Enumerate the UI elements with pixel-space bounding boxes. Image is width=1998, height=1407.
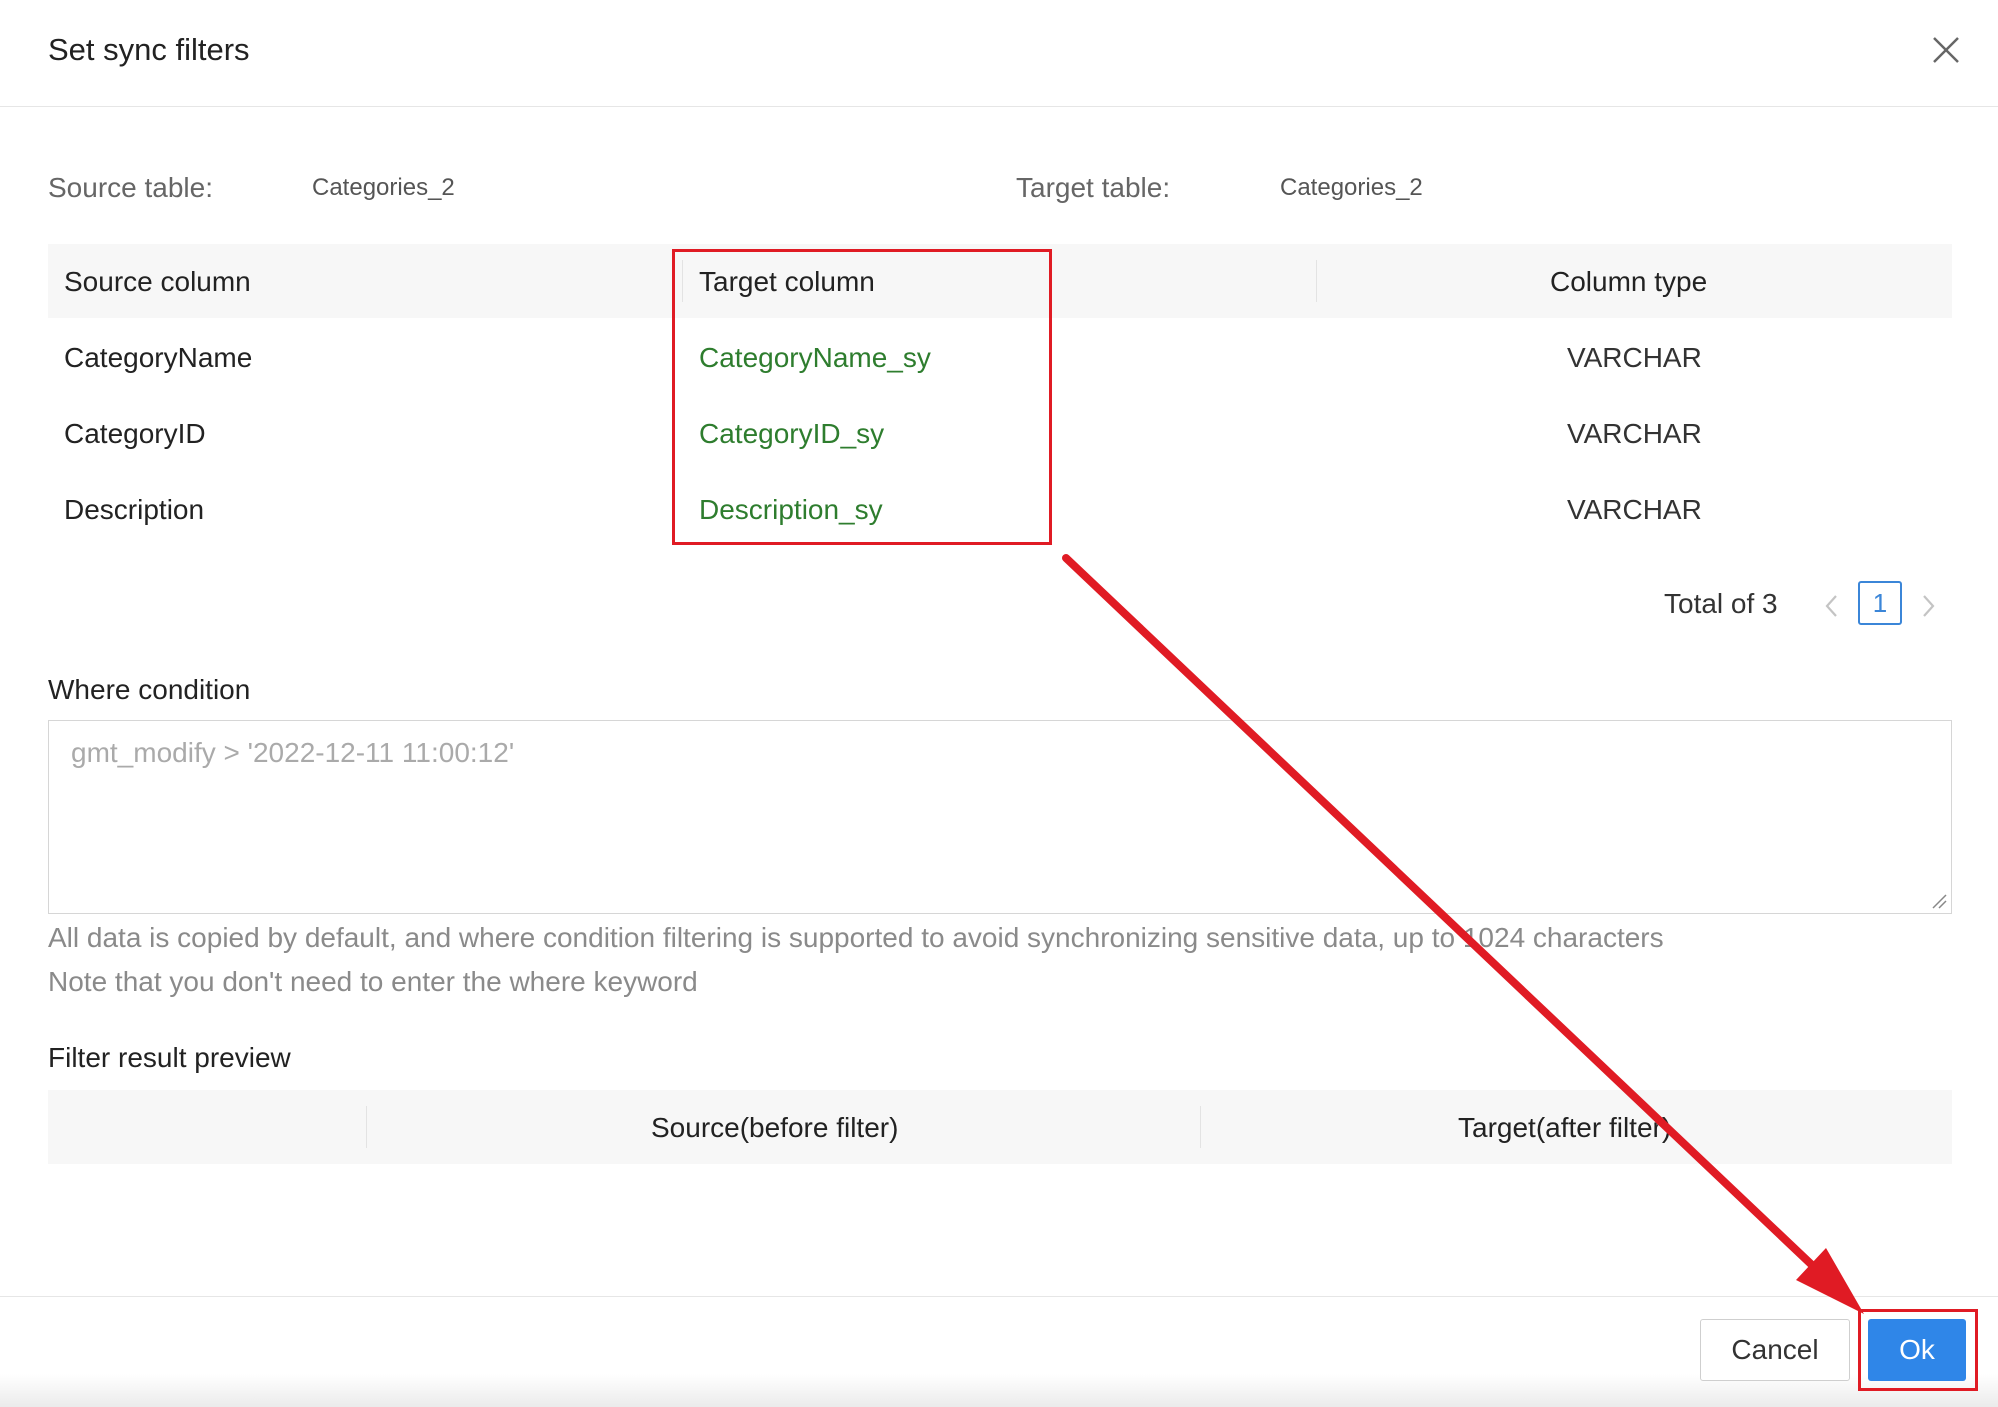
where-condition-input[interactable] (49, 721, 1951, 913)
pagination-next-button[interactable] (1914, 590, 1942, 622)
annotation-arrow (1062, 554, 1864, 1314)
sync-filters-dialog: Set sync filters Source table: Categorie… (0, 0, 1998, 1407)
pagination-page-button[interactable]: 1 (1858, 581, 1902, 625)
filter-preview-title: Filter result preview (48, 1042, 291, 1073)
row-source-column: Description (64, 494, 205, 525)
target-table-value: Categories_2 (1280, 174, 1423, 201)
source-table-label: Source table: (48, 172, 213, 203)
preview-header-source: Source(before filter) (651, 1112, 899, 1143)
pagination-total: Total of 3 (1664, 588, 1778, 619)
pagination-prev-button[interactable] (1818, 590, 1846, 622)
row-source-column: CategoryName (64, 342, 253, 373)
where-note-text: Note that you don't need to enter the wh… (48, 966, 698, 997)
ok-button-highlight (1858, 1309, 1978, 1391)
resize-handle-icon[interactable] (1929, 891, 1947, 909)
chevron-right-icon (1923, 595, 1935, 617)
dialog-footer: Cancel Ok (0, 1296, 1998, 1407)
header-divider (366, 1106, 367, 1148)
preview-header-target: Target(after filter) (1458, 1112, 1672, 1143)
preview-table-header: Source(before filter) Target(after filte… (48, 1090, 1952, 1164)
cancel-button[interactable]: Cancel (1700, 1319, 1850, 1381)
header-divider (1316, 260, 1317, 302)
header-column-type: Column type (1550, 266, 1708, 297)
close-icon (1933, 37, 1959, 63)
row-column-type: VARCHAR (1567, 342, 1702, 373)
close-button[interactable] (1928, 32, 1964, 68)
dialog-header: Set sync filters (0, 0, 1998, 107)
row-column-type: VARCHAR (1567, 494, 1702, 525)
source-table-value: Categories_2 (312, 174, 455, 201)
row-source-column: CategoryID (64, 418, 206, 449)
where-hint-text: All data is copied by default, and where… (48, 922, 1664, 953)
target-column-highlight (672, 249, 1052, 545)
where-condition-title: Where condition (48, 674, 251, 705)
target-table-label: Target table: (1016, 172, 1171, 203)
where-condition-box (48, 720, 1952, 914)
header-divider (1200, 1106, 1201, 1148)
chevron-left-icon (1825, 595, 1837, 617)
dialog-title: Set sync filters (48, 32, 250, 67)
row-column-type: VARCHAR (1567, 418, 1702, 449)
header-source-column: Source column (64, 266, 251, 297)
